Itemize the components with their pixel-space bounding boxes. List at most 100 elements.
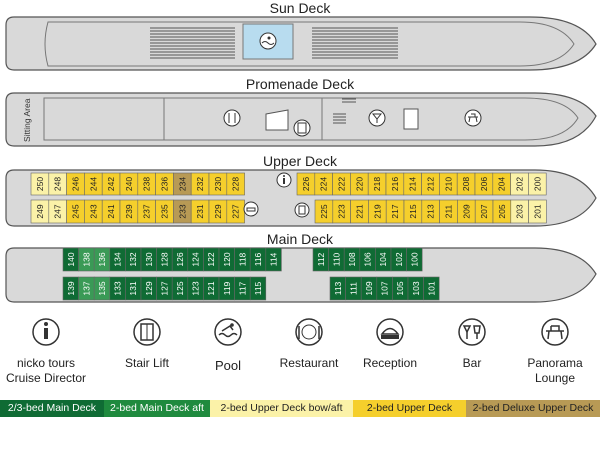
cabin-226[interactable]: 226 — [296, 172, 316, 196]
cabin-208[interactable]: 208 — [456, 172, 476, 196]
cabin-115[interactable]: 115 — [249, 276, 267, 301]
cabin-206[interactable]: 206 — [474, 172, 494, 196]
cabin-100[interactable]: 100 — [406, 247, 423, 272]
cabin-112[interactable]: 112 — [312, 247, 329, 272]
cabin-230[interactable]: 230 — [208, 172, 228, 196]
cabin-223[interactable]: 223 — [332, 199, 351, 224]
cabin-number: 121 — [206, 281, 216, 295]
cabin-225[interactable]: 225 — [314, 199, 334, 224]
cabin-131[interactable]: 131 — [125, 276, 142, 301]
cabin-130[interactable]: 130 — [140, 247, 157, 272]
cabin-237[interactable]: 237 — [137, 199, 156, 224]
cabin-137[interactable]: 137 — [78, 276, 95, 301]
cabin-239[interactable]: 239 — [119, 199, 139, 224]
cabin-113[interactable]: 113 — [329, 276, 346, 301]
cabin-247[interactable]: 247 — [48, 199, 67, 224]
cabin-number: 247 — [53, 204, 63, 218]
cabin-140[interactable]: 140 — [62, 247, 79, 272]
cabin-114[interactable]: 114 — [265, 247, 282, 272]
cabin-126[interactable]: 126 — [171, 247, 189, 272]
cabin-127[interactable]: 127 — [156, 276, 173, 301]
cabin-201[interactable]: 201 — [528, 199, 547, 224]
cabin-128[interactable]: 128 — [156, 247, 173, 272]
cabin-209[interactable]: 209 — [457, 199, 476, 224]
cabin-number: 224 — [319, 177, 329, 191]
cabin-244[interactable]: 244 — [84, 172, 103, 196]
cabin-212[interactable]: 212 — [421, 172, 440, 196]
cabin-105[interactable]: 105 — [392, 276, 409, 301]
cabin-111[interactable]: 111 — [345, 276, 362, 301]
cabin-107[interactable]: 107 — [376, 276, 393, 301]
cabin-216[interactable]: 216 — [385, 172, 405, 196]
cabin-108[interactable]: 108 — [343, 247, 361, 272]
cabin-207[interactable]: 207 — [474, 199, 494, 224]
cabin-129[interactable]: 129 — [140, 276, 157, 301]
cabin-number: 138 — [81, 252, 91, 266]
cabin-210[interactable]: 210 — [439, 172, 458, 196]
cabin-122[interactable]: 122 — [203, 247, 220, 272]
cabin-234[interactable]: 234 — [173, 172, 192, 196]
cabin-241[interactable]: 241 — [101, 199, 121, 224]
cabin-109[interactable]: 109 — [360, 276, 378, 301]
cabin-218[interactable]: 218 — [367, 172, 387, 196]
cabin-220[interactable]: 220 — [350, 172, 369, 196]
cabin-213[interactable]: 213 — [421, 199, 440, 224]
cabin-228[interactable]: 228 — [226, 172, 245, 196]
cabin-243[interactable]: 243 — [84, 199, 103, 224]
cabin-221[interactable]: 221 — [350, 199, 369, 224]
cabin-132[interactable]: 132 — [125, 247, 142, 272]
cabin-202[interactable]: 202 — [510, 172, 529, 196]
cabin-118[interactable]: 118 — [234, 247, 251, 272]
cabin-227[interactable]: 227 — [226, 199, 245, 224]
cabin-104[interactable]: 104 — [375, 247, 392, 272]
cabin-236[interactable]: 236 — [155, 172, 174, 196]
cabin-124[interactable]: 124 — [187, 247, 204, 272]
cabin-101[interactable]: 101 — [423, 276, 440, 301]
cabin-231[interactable]: 231 — [190, 199, 210, 224]
cabin-242[interactable]: 242 — [101, 172, 121, 196]
upper-deck: 250 248 246 244 242 240 238 236 234 232 230 228 226 2… — [5, 169, 597, 227]
cabin-110[interactable]: 110 — [328, 247, 345, 272]
cabin-233[interactable]: 233 — [173, 199, 192, 224]
cabin-245[interactable]: 245 — [66, 199, 85, 224]
cabin-232[interactable]: 232 — [190, 172, 210, 196]
cabin-138[interactable]: 138 — [78, 247, 95, 272]
restaurant-icon — [295, 318, 323, 346]
cabin-246[interactable]: 246 — [66, 172, 85, 196]
cabin-120[interactable]: 120 — [218, 247, 235, 272]
cabin-200[interactable]: 200 — [528, 172, 547, 196]
cabin-240[interactable]: 240 — [119, 172, 139, 196]
cabin-135[interactable]: 135 — [93, 276, 111, 301]
sun-deck — [5, 16, 597, 71]
cabin-238[interactable]: 238 — [137, 172, 156, 196]
cabin-249[interactable]: 249 — [30, 199, 50, 224]
cabin-248[interactable]: 248 — [48, 172, 67, 196]
cabin-214[interactable]: 214 — [403, 172, 422, 196]
cabin-133[interactable]: 133 — [109, 276, 126, 301]
cabin-215[interactable]: 215 — [403, 199, 423, 224]
cabin-106[interactable]: 106 — [359, 247, 376, 272]
cabin-250[interactable]: 250 — [30, 172, 50, 196]
cabin-203[interactable]: 203 — [510, 199, 529, 224]
cabin-136[interactable]: 136 — [93, 247, 111, 272]
cabin-219[interactable]: 219 — [368, 199, 387, 224]
cabin-121[interactable]: 121 — [203, 276, 220, 301]
cabin-229[interactable]: 229 — [208, 199, 228, 224]
cabin-211[interactable]: 211 — [439, 199, 458, 224]
cabin-222[interactable]: 222 — [332, 172, 351, 196]
cabin-119[interactable]: 119 — [218, 276, 235, 301]
cabin-125[interactable]: 125 — [171, 276, 189, 301]
cabin-102[interactable]: 102 — [390, 247, 407, 272]
cabin-116[interactable]: 116 — [249, 247, 267, 272]
cabin-number: 115 — [253, 281, 263, 295]
cabin-139[interactable]: 139 — [62, 276, 79, 301]
cabin-117[interactable]: 117 — [234, 276, 251, 301]
cabin-217[interactable]: 217 — [385, 199, 405, 224]
cabin-235[interactable]: 235 — [155, 199, 174, 224]
cabin-224[interactable]: 224 — [314, 172, 333, 196]
cabin-134[interactable]: 134 — [109, 247, 126, 272]
cabin-204[interactable]: 204 — [492, 172, 511, 196]
cabin-205[interactable]: 205 — [492, 199, 512, 224]
cabin-123[interactable]: 123 — [187, 276, 204, 301]
cabin-103[interactable]: 103 — [407, 276, 424, 301]
